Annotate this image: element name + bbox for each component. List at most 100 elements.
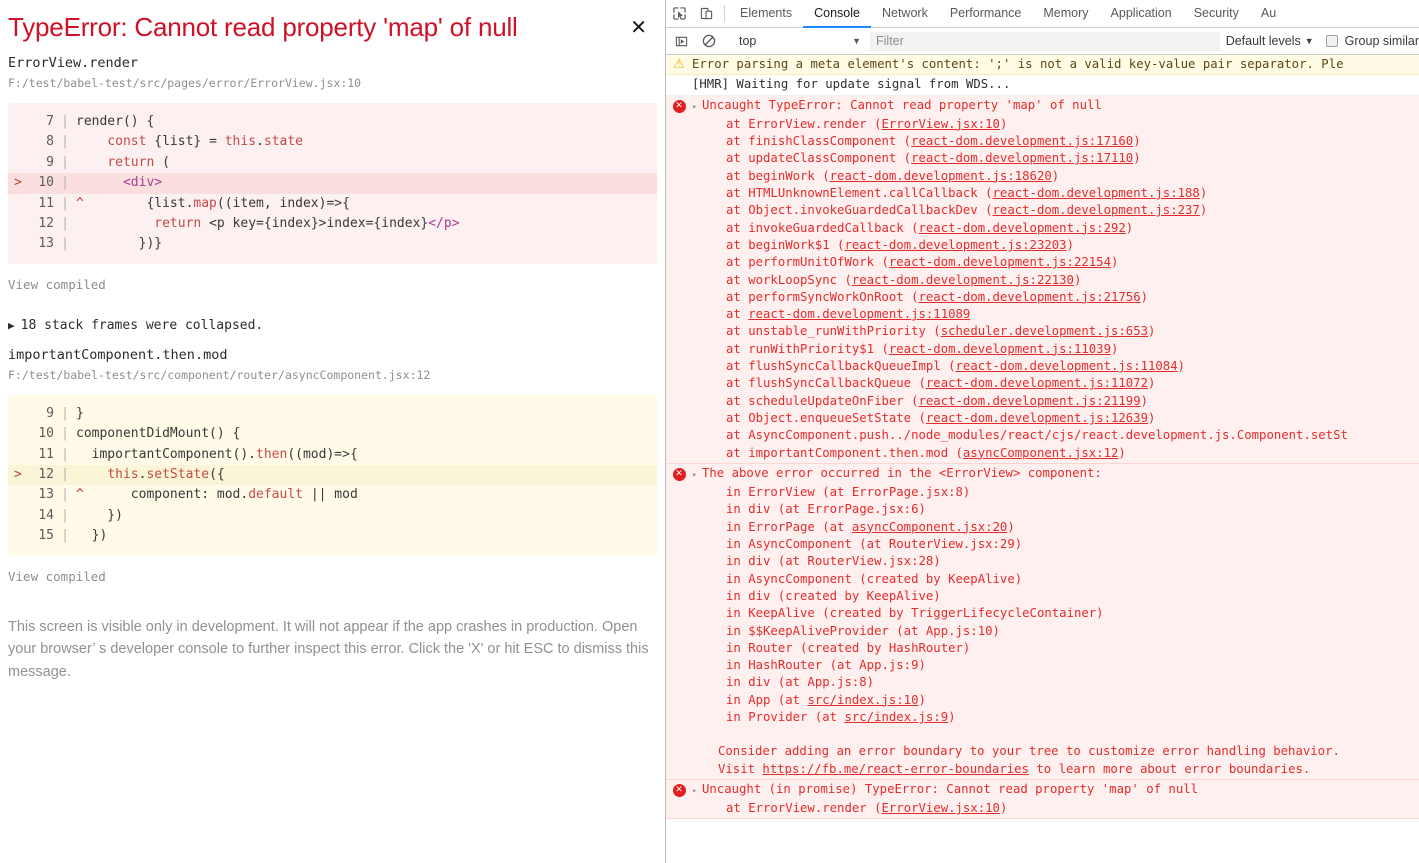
source-link[interactable]: react-dom.development.js:18620: [830, 169, 1052, 183]
tab-memory[interactable]: Memory: [1032, 0, 1099, 28]
source-link[interactable]: ErrorView.jsx:10: [881, 117, 999, 131]
code-line-number: 12: [38, 467, 54, 483]
log-levels-label: Default levels: [1225, 34, 1301, 48]
tab-performance[interactable]: Performance: [939, 0, 1033, 28]
console-message-gutter: ✕: [666, 465, 692, 778]
console-sidebar-icon[interactable]: [668, 35, 695, 48]
view-compiled-button[interactable]: View compiled: [8, 568, 657, 586]
console-message[interactable]: ✕ ▸ Uncaught TypeError: Cannot read proper…: [666, 95, 1419, 464]
frame-file-location[interactable]: F:/test/babel-test/src/pages/error/Error…: [8, 74, 657, 92]
code-line-divider: |: [61, 405, 69, 421]
source-link[interactable]: react-dom.development.js:11072: [926, 376, 1148, 390]
source-link[interactable]: react-dom.development.js:12639: [926, 411, 1148, 425]
source-link[interactable]: react-dom.development.js:11084: [956, 359, 1178, 373]
code-line-number: 14: [38, 507, 54, 523]
code-line-number: 8: [46, 134, 54, 150]
console-message[interactable]: ✕ ▸ Uncaught (in promise) TypeError: Canno…: [666, 779, 1419, 820]
console-line: at flushSyncCallbackQueue (react-dom.dev…: [726, 376, 1156, 391]
console-message-list[interactable]: ⚠ Error parsing a meta element's content:…: [666, 55, 1419, 863]
code-line-divider: |: [61, 175, 69, 191]
code-line-number: 9: [46, 154, 54, 170]
source-link[interactable]: https://fb.me/react-error-boundaries: [762, 762, 1029, 776]
group-similar-checkbox[interactable]: [1325, 35, 1338, 47]
devtools-tabbar: Elements Console Network Performance Mem…: [666, 0, 1419, 28]
console-message[interactable]: ✕ ▸ The above error occurred in the <Error…: [666, 463, 1419, 780]
clear-console-icon[interactable]: [695, 34, 722, 48]
source-link[interactable]: react-dom.development.js:292: [919, 221, 1126, 235]
console-line: at AsyncComponent.push../node_modules/re…: [726, 428, 1348, 443]
source-link[interactable]: asyncComponent.jsx:12: [963, 446, 1118, 460]
console-line: at Object.enqueueSetState (react-dom.dev…: [726, 410, 1156, 425]
code-line-divider: |: [61, 134, 69, 150]
source-link[interactable]: react-dom.development.js:23203: [844, 238, 1066, 252]
source-link[interactable]: react-dom.development.js:17110: [911, 151, 1133, 165]
console-filter-input[interactable]: Filter: [870, 31, 1220, 51]
console-line: in ErrorPage (at asyncComponent.jsx:20): [726, 519, 1015, 534]
code-line: 11 | importantComponent().then((mod)=>{: [8, 445, 657, 465]
source-link[interactable]: src/index.js:10: [807, 693, 918, 707]
code-snippet: 7 | render() {8 | const {list} = this.state…: [8, 103, 657, 264]
expand-arrow-icon[interactable]: ▸: [692, 467, 702, 484]
view-compiled-button[interactable]: View compiled: [8, 276, 657, 294]
code-line-number: 15: [38, 528, 54, 544]
source-link[interactable]: react-dom.development.js:17160: [911, 134, 1133, 148]
source-link[interactable]: react-dom.development.js:188: [993, 186, 1200, 200]
source-link[interactable]: react-dom.development.js:11089: [748, 307, 970, 321]
devtools-panel: Elements Console Network Performance Mem…: [665, 0, 1419, 863]
code-line: 7 | render() {: [8, 112, 657, 132]
code-line-number: 11: [38, 446, 54, 462]
tab-security[interactable]: Security: [1183, 0, 1250, 28]
code-line-text: componentDidMount() {: [76, 426, 241, 442]
code-line-marker: >: [14, 467, 22, 483]
tab-elements[interactable]: Elements: [729, 0, 803, 28]
group-similar-label: Group similar: [1344, 34, 1419, 48]
expand-arrow-icon[interactable]: ▸: [692, 783, 702, 800]
console-line: at Object.invokeGuardedCallbackDev (reac…: [726, 203, 1208, 218]
console-line: at ErrorView.render (ErrorView.jsx:10): [726, 801, 1008, 816]
chevron-down-icon: ▼: [852, 36, 861, 46]
collapsed-frames-toggle[interactable]: ▶ 18 stack frames were collapsed.: [8, 316, 657, 336]
console-line: Consider adding an error boundary to you…: [718, 744, 1340, 759]
console-line: ▸ Uncaught TypeError: Cannot read propert…: [692, 97, 1417, 116]
log-levels-selector[interactable]: Default levels ▼: [1226, 34, 1314, 48]
code-line-text: return (: [107, 154, 170, 170]
inspect-element-icon[interactable]: [666, 0, 693, 27]
code-line-number: 12: [38, 216, 54, 232]
execution-context-selector[interactable]: top ▼: [731, 32, 866, 51]
source-link[interactable]: src/index.js:9: [844, 710, 948, 724]
source-link[interactable]: react-dom.development.js:21756: [919, 290, 1141, 304]
code-line-number: 13: [38, 487, 54, 503]
device-toolbar-icon[interactable]: [693, 0, 720, 27]
expand-arrow-icon[interactable]: ▸: [692, 99, 702, 116]
group-similar-toggle[interactable]: Group similar: [1325, 34, 1419, 48]
console-message[interactable]: ⚠ Error parsing a meta element's content:…: [666, 55, 1419, 76]
source-link[interactable]: react-dom.development.js:22130: [852, 273, 1074, 287]
code-line-text: render() {: [76, 114, 155, 129]
tab-console[interactable]: Console: [803, 0, 871, 28]
console-line: at importantComponent.then.mod (asyncCom…: [726, 445, 1126, 460]
close-icon[interactable]: ✕: [624, 10, 657, 41]
source-link[interactable]: react-dom.development.js:237: [993, 203, 1200, 217]
source-link[interactable]: ErrorView.jsx:10: [881, 801, 999, 815]
tab-network[interactable]: Network: [871, 0, 939, 28]
console-message-gutter: ✕: [666, 97, 692, 462]
code-snippet: 9 |} 10 | componentDidMount() {11 | important…: [8, 394, 657, 556]
source-link[interactable]: react-dom.development.js:21199: [919, 394, 1141, 408]
frame-file-location[interactable]: F:/test/babel-test/src/component/router/…: [8, 366, 657, 384]
source-link[interactable]: react-dom.development.js:11039: [889, 342, 1111, 356]
tab-audits[interactable]: Au: [1250, 0, 1287, 28]
code-line: 9 | return (: [8, 153, 657, 173]
tab-application[interactable]: Application: [1100, 0, 1183, 28]
source-link[interactable]: scheduler.development.js:653: [941, 324, 1148, 338]
code-line-text: }: [76, 405, 84, 421]
code-line-number: 13: [38, 236, 54, 252]
chevron-right-icon: ▶: [8, 318, 15, 332]
console-line: in div (at RouterView.jsx:28): [726, 554, 941, 569]
source-link[interactable]: asyncComponent.jsx:20: [852, 520, 1007, 534]
code-line-text: })}: [76, 236, 163, 252]
console-line: Error parsing a meta element's content: …: [692, 57, 1344, 71]
source-link[interactable]: react-dom.development.js:22154: [889, 255, 1111, 269]
console-message[interactable]: [HMR] Waiting for update signal from WDS…: [666, 75, 1419, 96]
console-line: in Router (created by HashRouter): [726, 640, 971, 655]
